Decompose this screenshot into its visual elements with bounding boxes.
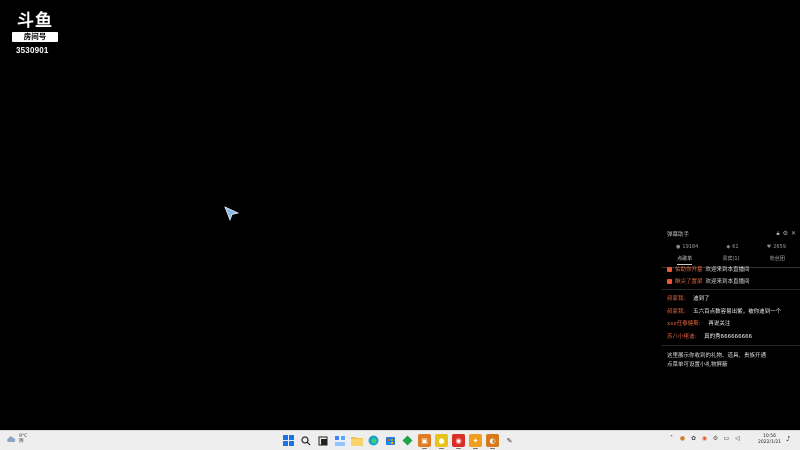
divider: [662, 345, 800, 346]
chat-text: 迪到了: [693, 296, 710, 302]
chat-username[interactable]: 苏八小佬迪:: [667, 334, 696, 340]
clock-date: 2022/1/21: [758, 440, 782, 445]
app-yellow-icon[interactable]: ●: [435, 434, 448, 449]
chat-message: 叔家我: 迪到了: [667, 294, 710, 302]
panel-tools: 🔒︎ ⚙ ✕: [776, 230, 796, 238]
system-message-text: 欢迎来到本直播间: [705, 279, 750, 285]
stat-value: 19184: [682, 244, 699, 250]
stat-viewers: ● 19184: [676, 244, 698, 250]
search-icon[interactable]: [299, 434, 312, 447]
danmaku-panel: 弹幕助手 🔒︎ ⚙ ✕ ● 19184 ◆ 61 ♥ 2659 点歌单 贵宾(1…: [662, 227, 800, 377]
system-message: 佑助你开基 欢迎来到本直播间: [667, 265, 750, 273]
close-icon[interactable]: ✕: [791, 230, 796, 238]
stat-value: 2659: [773, 244, 786, 250]
widgets-icon[interactable]: [333, 434, 346, 447]
notice-line: 这里展示你收到的礼物、道具、贵族开通: [667, 353, 767, 359]
system-message-user: 佑助你开基: [675, 267, 703, 273]
user-icon: ●: [676, 244, 681, 250]
tray-app-icon[interactable]: ●: [679, 435, 686, 442]
chat-message: xxx任泰健斯: 再说关注: [667, 319, 730, 327]
system-message-text: 欢迎来到本直播间: [705, 267, 750, 273]
chat-username[interactable]: xxx任泰健斯:: [667, 321, 701, 327]
divider: [662, 289, 800, 290]
network-icon[interactable]: ▭: [723, 435, 730, 442]
tab-fan-club[interactable]: 粉丝团: [770, 255, 785, 265]
app-orange-icon[interactable]: ▣: [418, 434, 431, 449]
store-icon[interactable]: [384, 434, 397, 447]
gift-icon: [667, 266, 672, 272]
task-view-icon[interactable]: [316, 434, 329, 447]
speaker-icon[interactable]: ◁: [734, 435, 741, 442]
weather-widget[interactable]: 9°C 阴: [6, 434, 27, 444]
clock[interactable]: 10:56 2022/1/21: [758, 434, 781, 446]
mouse-cursor-icon: [224, 206, 240, 222]
app-red-icon[interactable]: ◉: [452, 434, 465, 449]
gift-icon: [667, 278, 672, 284]
room-label: 房间号: [12, 32, 58, 42]
file-explorer-icon[interactable]: [350, 434, 363, 447]
weather-condition: 阴: [19, 439, 24, 444]
weather-text: 9°C 阴: [19, 434, 27, 444]
panel-header: 弹幕助手 🔒︎ ⚙ ✕: [667, 230, 796, 238]
room-number: 3530901: [16, 46, 49, 55]
chat-username[interactable]: 叔家我:: [667, 309, 685, 315]
notification-icon[interactable]: ♪: [786, 435, 790, 443]
fan-icon: ◆: [726, 244, 731, 250]
system-tray: ˄ ● ✿ ◉ ⚙ ▭ ◁: [668, 435, 741, 442]
tab-vip[interactable]: 贵宾(1): [722, 255, 739, 265]
notice-line: 点菜单可设置小礼物屏蔽: [667, 362, 728, 368]
chat-text: 五六百点数容易出紫，被你迪到一个: [693, 309, 782, 315]
chat-username[interactable]: 叔家我:: [667, 296, 685, 302]
app-green-icon[interactable]: [401, 434, 414, 447]
gift-notice: 这里展示你收到的礼物、道具、贵族开通 点菜单可设置小礼物屏蔽: [667, 352, 797, 370]
chat-message: 叔家我: 五六百点数容易出紫，被你迪到一个: [667, 307, 781, 315]
pen-icon[interactable]: ✎: [503, 434, 516, 447]
chevron-up-icon[interactable]: ˄: [668, 435, 675, 442]
taskbar-apps: ▣ ● ◉ ✦ ◐ ✎: [282, 434, 516, 449]
game-app-icon[interactable]: ✦: [469, 434, 482, 449]
stat-fans: ◆ 61: [726, 244, 738, 250]
tray-app-icon[interactable]: ⚙: [712, 435, 719, 442]
taskbar: 9°C 阴 ▣ ● ◉ ✦ ◐ ✎ ˄ ● ✿ ◉ ⚙ ▭ ◁ 10:56 20…: [0, 430, 800, 450]
app-orange2-icon[interactable]: ◐: [486, 434, 499, 449]
chat-message: 苏八小佬迪: 真的秀666666666: [667, 332, 752, 340]
gear-icon[interactable]: ⚙: [783, 230, 788, 238]
tab-song-list[interactable]: 点歌单: [677, 255, 693, 265]
panel-title: 弹幕助手: [667, 232, 690, 238]
stat-value: 61: [732, 244, 739, 250]
stat-likes: ♥ 2659: [767, 244, 786, 250]
stats-row: ● 19184 ◆ 61 ♥ 2659: [662, 244, 800, 250]
lock-icon[interactable]: 🔒︎: [776, 230, 779, 238]
tray-app-icon[interactable]: ◉: [701, 435, 708, 442]
heart-icon: ♥: [766, 244, 772, 250]
system-message-user: 瞅尖了置梁: [675, 279, 703, 285]
cloud-icon: [7, 436, 16, 442]
chat-text: 再说关注: [708, 321, 731, 327]
douyu-brand-text: 斗鱼: [17, 11, 53, 31]
chat-text: 真的秀666666666: [704, 334, 753, 340]
windows-start-icon[interactable]: [282, 434, 295, 447]
windows-logo-icon: [283, 435, 294, 446]
tray-app-icon[interactable]: ✿: [690, 435, 697, 442]
edge-browser-icon[interactable]: [367, 434, 380, 447]
system-message: 瞅尖了置梁 欢迎来到本直播间: [667, 277, 750, 285]
